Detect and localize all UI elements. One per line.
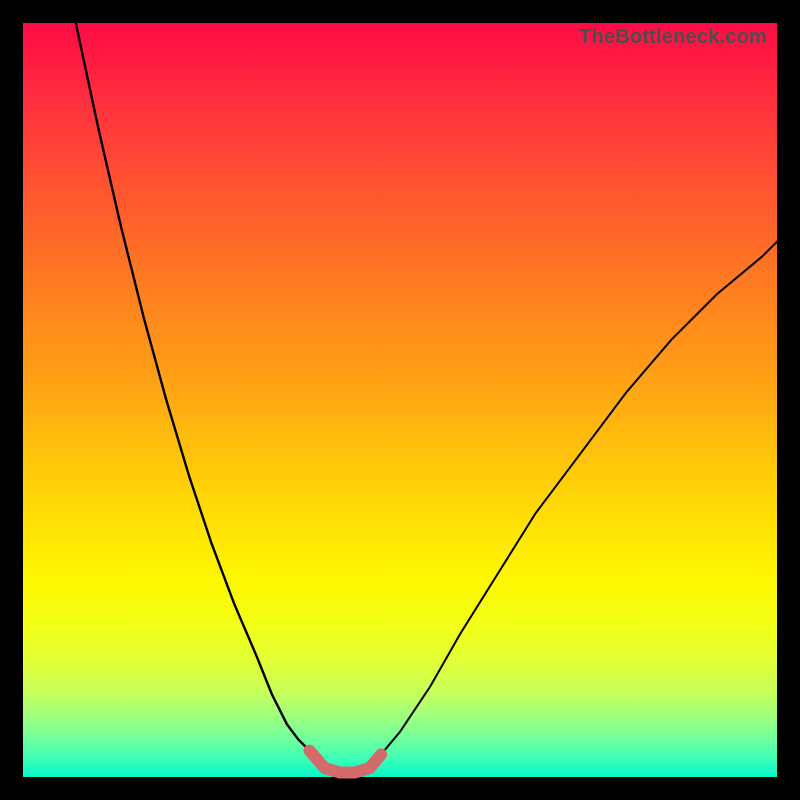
plot-area: TheBottleneck.com bbox=[23, 23, 777, 777]
chart-stage: TheBottleneck.com bbox=[0, 0, 800, 800]
curve-right-branch bbox=[381, 242, 777, 755]
curve-left-branch bbox=[76, 23, 310, 751]
curve-valley-floor bbox=[310, 751, 382, 773]
curve-layer bbox=[23, 23, 777, 777]
